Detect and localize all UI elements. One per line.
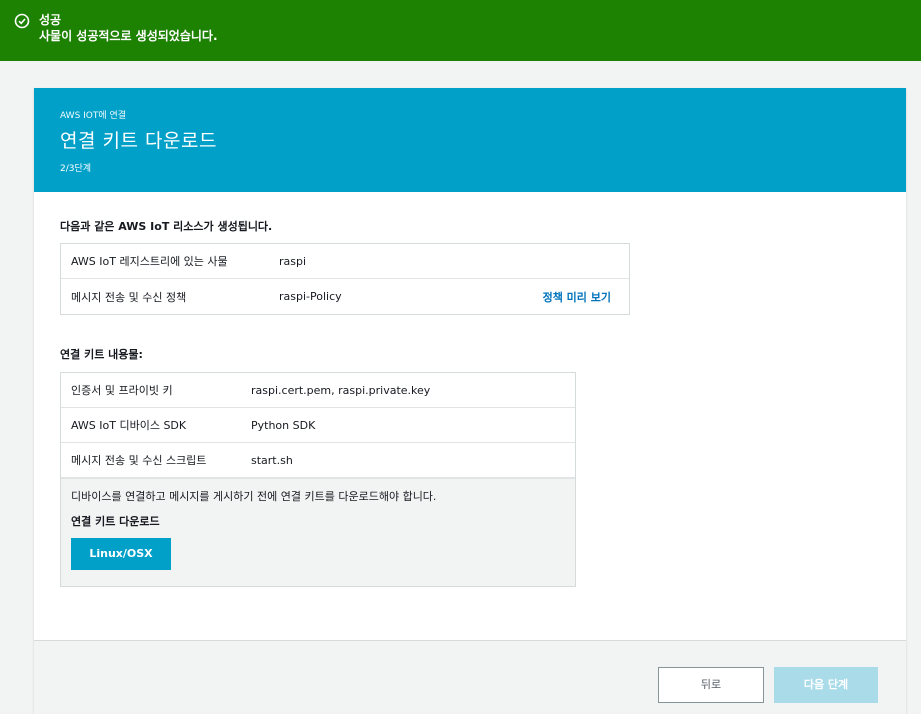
- row-key: 인증서 및 프라이빗 키: [71, 384, 173, 397]
- download-linux-osx-button[interactable]: Linux/OSX: [71, 538, 171, 570]
- row-key: 메시지 전송 및 수신 스크립트: [71, 454, 207, 467]
- check-circle-icon: [14, 13, 30, 29]
- preview-policy-link[interactable]: 정책 미리 보기: [543, 289, 611, 305]
- row-value: raspi.cert.pem, raspi.private.key: [251, 383, 431, 397]
- row-value: Python SDK: [251, 418, 316, 432]
- row-key: 메시지 전송 및 수신 정책: [71, 290, 187, 304]
- table-row: 인증서 및 프라이빗 키 raspi.cert.pem, raspi.priva…: [61, 373, 575, 408]
- table-row: AWS IoT 디바이스 SDK Python SDK: [61, 408, 575, 443]
- row-key: AWS IoT 디바이스 SDK: [71, 419, 187, 432]
- wizard-card: AWS IOT에 연결 연결 키트 다운로드 2/3단계 다음과 같은 AWS …: [34, 88, 906, 714]
- breadcrumb: AWS IOT에 연결: [60, 111, 127, 121]
- table-row: 메시지 전송 및 수신 정책 raspi-Policy 정책 미리 보기: [61, 279, 629, 314]
- table-row: AWS IoT 레지스트리에 있는 사물 raspi: [61, 244, 629, 279]
- row-value: raspi: [279, 254, 307, 268]
- flash-message: 사물이 성공적으로 생성되었습니다.: [39, 29, 218, 43]
- download-note: 디바이스를 연결하고 메시지를 게시하기 전에 연결 키트를 다운로드해야 합니…: [71, 490, 437, 503]
- resources-table: AWS IoT 레지스트리에 있는 사물 raspi 메시지 전송 및 수신 정…: [60, 243, 630, 315]
- kit-contents-table: 인증서 및 프라이빗 키 raspi.cert.pem, raspi.priva…: [60, 372, 576, 587]
- page-title: 연결 키트 다운로드: [60, 130, 217, 152]
- row-value: start.sh: [251, 453, 293, 467]
- wizard-header: AWS IOT에 연결 연결 키트 다운로드 2/3단계: [34, 88, 906, 192]
- back-button[interactable]: 뒤로: [658, 667, 764, 703]
- row-key: AWS IoT 레지스트리에 있는 사물: [71, 255, 228, 268]
- download-title: 연결 키트 다운로드: [71, 515, 160, 528]
- resources-title: 다음과 같은 AWS IoT 리소스가 생성됩니다.: [60, 220, 273, 233]
- row-value: raspi-Policy: [279, 290, 342, 303]
- next-step-button[interactable]: 다음 단계: [774, 667, 878, 703]
- wizard-footer: 뒤로 다음 단계: [34, 640, 906, 714]
- flash-title: 성공: [39, 13, 62, 27]
- kit-contents-title: 연결 키트 내용물:: [60, 348, 143, 361]
- step-indicator: 2/3단계: [60, 164, 92, 174]
- table-row: 메시지 전송 및 수신 스크립트 start.sh: [61, 443, 575, 478]
- success-flashbar: 성공 사물이 성공적으로 생성되었습니다.: [0, 0, 921, 61]
- download-panel: 디바이스를 연결하고 메시지를 게시하기 전에 연결 키트를 다운로드해야 합니…: [61, 478, 575, 586]
